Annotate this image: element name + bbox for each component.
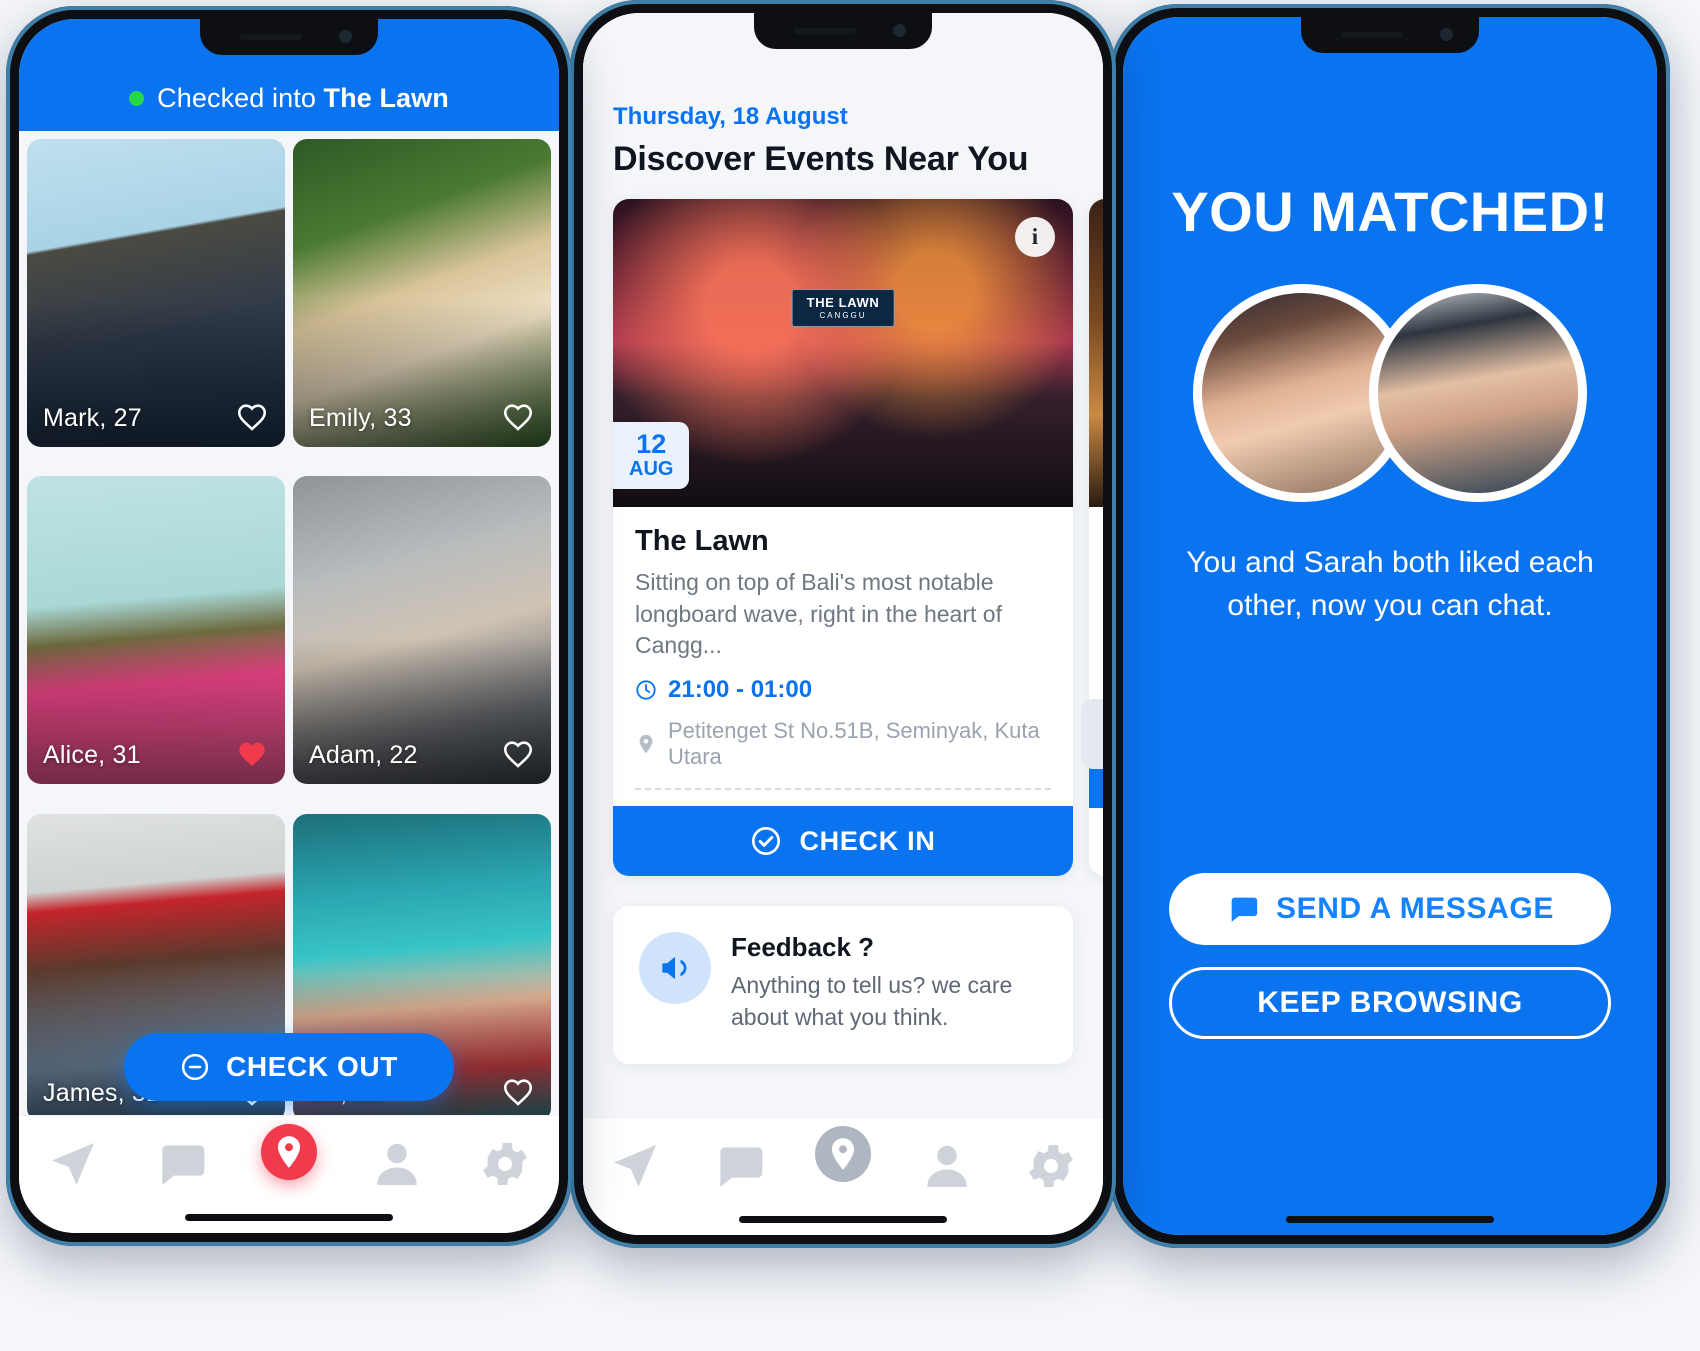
check-in-label: CHECK IN (799, 825, 936, 856)
stage-sign: THE LAWN CANGGU (791, 289, 895, 328)
check-out-label: CHECK OUT (226, 1051, 398, 1082)
stage-sign-text: THE LAWN (806, 295, 880, 310)
carousel-scroll-handle[interactable] (1081, 699, 1103, 769)
card-divider (635, 788, 1051, 791)
event-image: THE LAWN CANGGU i 12 AUG (613, 199, 1073, 507)
front-camera (339, 30, 352, 43)
phone-notch (1301, 17, 1479, 53)
event-card-next[interactable]: B Cb (1089, 199, 1103, 877)
megaphone-icon (639, 932, 711, 1005)
like-heart-icon[interactable] (235, 400, 269, 434)
match-actions: SEND A MESSAGE KEEP BROWSING (1169, 873, 1611, 1039)
profile-card[interactable]: Alice, 31 (27, 476, 285, 785)
event-name: The Lawn (635, 525, 769, 557)
event-details: The Lawn Sitting on top of Bali's most n… (613, 507, 1073, 877)
checked-in-label: Checked into The Lawn (157, 83, 449, 113)
stage-sign-sub: CANGGU (819, 311, 867, 321)
tab-settings[interactable] (477, 1136, 533, 1192)
earpiece-speaker (794, 28, 856, 34)
phone2-screen: Thursday, 18 August Discover Events Near… (583, 13, 1103, 1235)
event-time-row: 21:00 - 01:00 (635, 676, 1051, 704)
event-date-day: 12 (636, 428, 667, 459)
home-indicator (1286, 1216, 1494, 1223)
phone1-screen: Checked into The Lawn Mark, 27 Emily, 33 (19, 19, 559, 1233)
front-camera (893, 24, 906, 37)
earpiece-speaker (1341, 32, 1403, 38)
home-indicator (739, 1216, 947, 1223)
like-heart-icon-filled[interactable] (235, 737, 269, 771)
keep-browsing-label: KEEP BROWSING (1257, 986, 1523, 1019)
profile-name: Adam, 22 (309, 741, 418, 770)
earpiece-speaker (240, 34, 302, 40)
profile-name: Alice, 31 (43, 741, 141, 770)
screenshot-stage: Checked into The Lawn Mark, 27 Emily, 33 (0, 0, 1700, 1351)
tab-places-active[interactable] (261, 1124, 317, 1180)
tab-places-active[interactable] (815, 1126, 871, 1182)
tab-explore[interactable] (45, 1136, 101, 1192)
check-out-button[interactable]: CHECK OUT (124, 1033, 454, 1101)
tab-explore[interactable] (607, 1138, 663, 1194)
clock-icon (635, 679, 657, 701)
profile-card[interactable]: Emily, 33 (293, 139, 551, 447)
profile-grid: Mark, 27 Emily, 33 Alice, 31 Adam, 22 Ja… (19, 131, 559, 1143)
phone-mockup-matched: YOU MATCHED! You and Sarah both liked ea… (1110, 4, 1670, 1248)
feedback-title: Feedback ? (731, 932, 875, 963)
match-page: YOU MATCHED! You and Sarah both liked ea… (1123, 17, 1657, 1235)
tab-settings[interactable] (1023, 1138, 1079, 1194)
event-carousel: THE LAWN CANGGU i 12 AUG The Lawn Sittin… (583, 199, 1103, 877)
send-message-button[interactable]: SEND A MESSAGE (1169, 873, 1611, 945)
discover-page: Thursday, 18 August Discover Events Near… (583, 13, 1103, 1235)
home-indicator (185, 1214, 393, 1221)
info-icon[interactable]: i (1015, 217, 1055, 257)
event-description: Sitting on top of Bali's most notable lo… (635, 569, 1002, 659)
event-card[interactable]: THE LAWN CANGGU i 12 AUG The Lawn Sittin… (613, 199, 1073, 877)
phone-mockup-discover-events: Thursday, 18 August Discover Events Near… (570, 0, 1116, 1248)
send-message-label: SEND A MESSAGE (1276, 892, 1554, 925)
profile-card[interactable]: Mark, 27 (27, 139, 285, 447)
phone-notch (200, 19, 378, 55)
location-pin-icon (635, 733, 657, 755)
current-date-label: Thursday, 18 August (613, 103, 848, 130)
keep-browsing-button[interactable]: KEEP BROWSING (1169, 967, 1611, 1039)
phone-mockup-checked-in: Checked into The Lawn Mark, 27 Emily, 33 (6, 6, 572, 1246)
tab-chat[interactable] (153, 1136, 209, 1192)
feedback-text: Anything to tell us? we care about what … (731, 972, 1013, 1030)
tab-profile[interactable] (369, 1136, 425, 1192)
event-date-month: AUG (629, 458, 674, 480)
tab-chat[interactable] (711, 1138, 767, 1194)
phone3-screen: YOU MATCHED! You and Sarah both liked ea… (1123, 17, 1657, 1235)
avatar-photo (1378, 293, 1578, 493)
tab-profile[interactable] (919, 1138, 975, 1194)
event-time: 21:00 - 01:00 (668, 676, 813, 704)
profile-name: Emily, 33 (309, 404, 412, 432)
match-subtext: You and Sarah both liked each other, now… (1186, 546, 1594, 622)
event-image (1089, 199, 1103, 507)
event-address: Petitenget St No.51B, Seminyak, Kuta Uta… (668, 718, 1040, 770)
feedback-text-block: Feedback ? Anything to tell us? we care … (731, 932, 1047, 1033)
feedback-card[interactable]: Feedback ? Anything to tell us? we care … (613, 906, 1073, 1064)
check-circle-icon (750, 825, 782, 857)
status-dot-icon (129, 91, 145, 106)
like-heart-icon[interactable] (501, 737, 535, 771)
check-in-button[interactable]: CHECK IN (613, 806, 1073, 877)
event-date-badge: 12 AUG (613, 421, 690, 489)
chat-bubble-icon (1231, 897, 1258, 922)
minus-circle-icon (180, 1052, 210, 1082)
event-address-row: Petitenget St No.51B, Seminyak, Kuta Uta… (635, 718, 1051, 770)
match-avatars (1123, 284, 1657, 502)
front-camera (1440, 28, 1453, 41)
like-heart-icon[interactable] (501, 400, 535, 434)
page-title: Discover Events Near You (613, 140, 1029, 178)
like-heart-icon[interactable] (501, 1075, 535, 1109)
profile-name: Mark, 27 (43, 404, 142, 432)
profile-card[interactable]: Adam, 22 (293, 476, 551, 785)
phone-notch (754, 13, 932, 49)
avatar-match (1369, 284, 1587, 502)
event-photo (1089, 199, 1103, 507)
